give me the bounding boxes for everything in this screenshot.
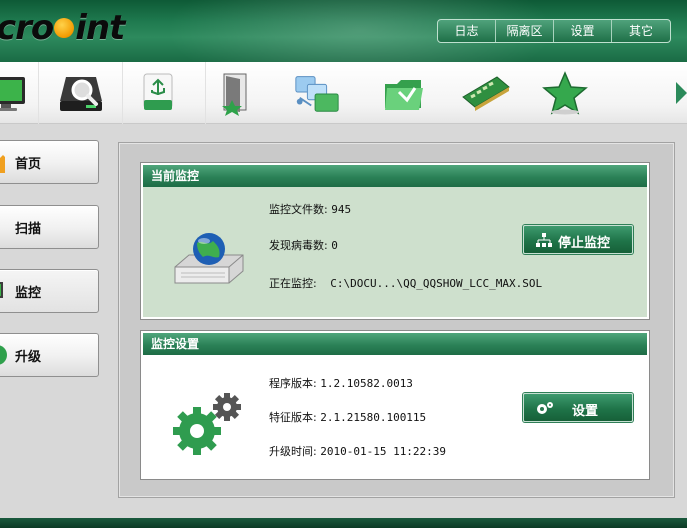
network-tree-icon: [536, 233, 552, 247]
sidebar-item-scan[interactable]: 扫描: [0, 205, 99, 249]
panel-body: 监控文件数: 945 发现病毒数: 0 正在监控: C:\DOCU...\QQ_…: [143, 187, 647, 317]
virus-found-row: 发现病毒数: 0: [269, 239, 338, 252]
app-header: cro int 日志 隔离区 设置 其它: [0, 0, 687, 62]
monitor-side-icon: [0, 282, 3, 298]
toolbar-scroll-right-icon[interactable]: [676, 82, 687, 104]
logo-dot-icon: [54, 17, 75, 38]
menu-settings[interactable]: 设置: [554, 20, 612, 42]
gears-icon: [173, 393, 241, 455]
upgrade-icon: [0, 345, 7, 365]
menu-log[interactable]: 日志: [438, 20, 496, 42]
settings-button[interactable]: 设置: [523, 393, 633, 422]
sidebar-item-label: 升级: [15, 350, 42, 365]
memory-module-icon[interactable]: [461, 68, 511, 118]
network-folder-icon[interactable]: [292, 68, 342, 118]
usb-drive-icon[interactable]: [133, 68, 183, 118]
upgrade-time-row: 升级时间: 2010-01-15 11:22:39: [269, 445, 447, 458]
app-logo: cro int: [0, 8, 125, 48]
stop-monitor-button[interactable]: 停止监控: [523, 225, 633, 254]
disk-scan-icon[interactable]: [55, 68, 105, 118]
home-icon: [0, 155, 5, 173]
sidebar-item-upgrade[interactable]: 升级: [0, 333, 99, 377]
panel-title: 当前监控: [143, 165, 647, 187]
door-exit-icon[interactable]: [211, 68, 261, 118]
upgrade-time-value: 2010-01-15 11:22:39: [320, 445, 447, 458]
monitored-files-row: 监控文件数: 945: [269, 203, 352, 216]
current-monitoring-row: 正在监控: C:\DOCU...\QQ_QQSHOW_LCC_MAX.SOL: [269, 277, 543, 290]
panel-title: 监控设置: [143, 333, 647, 355]
sidebar-item-label: 监控: [15, 286, 42, 301]
monitor-settings-panel: 监控设置 程序版本: 1.2.10582.0013 特征版本: 2.1.2158…: [140, 330, 650, 480]
top-menu: 日志 隔离区 设置 其它: [437, 19, 671, 43]
menu-other[interactable]: 其它: [612, 20, 670, 42]
panel-body: 程序版本: 1.2.10582.0013 特征版本: 2.1.21580.100…: [143, 355, 647, 477]
sidebar-item-label: 扫描: [15, 222, 42, 237]
toolbar-separator: [38, 62, 39, 124]
program-version-value: 1.2.10582.0013: [320, 377, 413, 390]
current-monitor-panel: 当前监控 监控文件数: 945 发现病毒数: 0 正在监控: C:\DOCU..…: [140, 162, 650, 320]
footer-bar: [0, 518, 687, 528]
virus-found-count: 0: [331, 239, 338, 252]
stop-monitor-label: 停止监控: [558, 236, 611, 251]
signature-version-value: 2.1.21580.100115: [320, 411, 427, 424]
gear-icon: [537, 402, 553, 414]
sidebar-item-monitor[interactable]: 监控: [0, 269, 99, 313]
signature-version-row: 特征版本: 2.1.21580.100115: [269, 411, 427, 424]
sidebar-item-label: 首页: [15, 157, 42, 172]
program-version-row: 程序版本: 1.2.10582.0013: [269, 377, 413, 390]
toolbar-separator: [122, 62, 123, 124]
sidebar-item-home[interactable]: 首页: [0, 140, 99, 184]
current-monitoring-path: C:\DOCU...\QQ_QQSHOW_LCC_MAX.SOL: [330, 277, 543, 290]
toolbar-separator: [205, 62, 206, 124]
monitored-files-count: 945: [331, 203, 352, 216]
settings-label: 设置: [572, 404, 599, 419]
green-folder-icon[interactable]: [379, 68, 429, 118]
globe-disk-icon: [174, 233, 244, 284]
star-icon[interactable]: [540, 68, 590, 118]
monitor-icon[interactable]: [0, 68, 32, 118]
main-panel: 当前监控 监控文件数: 945 发现病毒数: 0 正在监控: C:\DOCU..…: [118, 142, 675, 498]
menu-quarantine[interactable]: 隔离区: [496, 20, 554, 42]
toolbar: [0, 62, 687, 124]
